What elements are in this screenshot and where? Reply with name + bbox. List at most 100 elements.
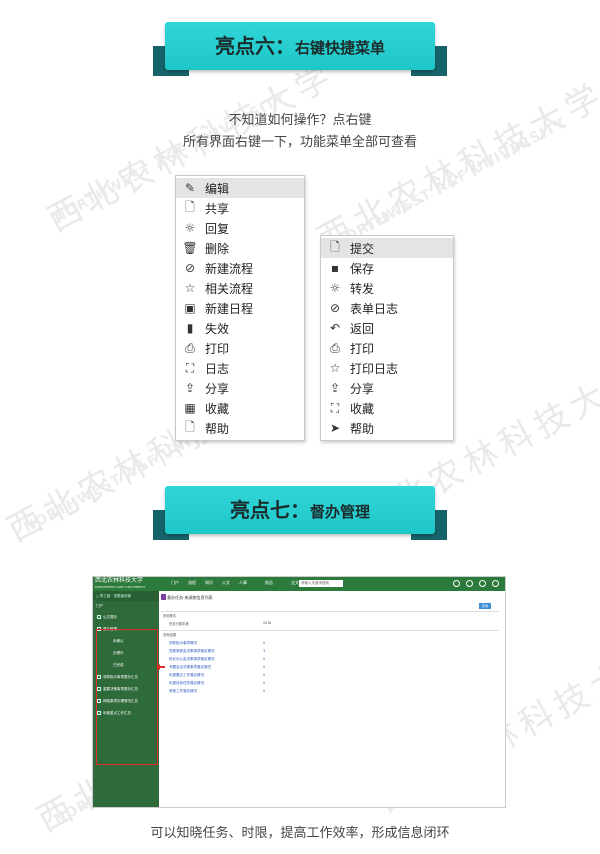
app-nav: 门户 流程 知识 公文 人事 报告 全文 (171, 580, 299, 586)
university-logo: 西北农林科技大学 NORTHWEST A&F UNIVERSITY (95, 577, 146, 590)
context-menu-left-item[interactable]: ▣ 新建日程 (176, 298, 304, 318)
section7-title: 亮点七： (229, 498, 310, 522)
context-menu-left-item[interactable]: 🗑 删除 (176, 238, 304, 258)
context-menu-right-item[interactable]: 🗋 提交 (321, 238, 453, 258)
context-menu-left-item[interactable]: ⊘ 新建流程 (176, 258, 304, 278)
printer-icon: ⎙ (330, 340, 340, 355)
year-field-input[interactable]: 2018 (263, 621, 271, 625)
section7-banner: 亮点七：督办管理 (153, 486, 447, 540)
save-icon: ▪ (330, 261, 340, 275)
help-icon: 🗋 (185, 419, 195, 434)
calendar-icon: ▦ (184, 401, 196, 415)
context-menu-right-item-label: 打印 (350, 341, 375, 356)
context-menu-left-item-label: 日志 (205, 361, 230, 376)
context-menu-right: 🗋 提交 ▪ 保存 ☼ 转发 ⊘ 表单日志 ↶ 返回 ⎙ 打印 ☆ 打印日志 ⇪ 分享 ⛶ 收藏 ➤ 帮助 (320, 235, 454, 441)
user-icon[interactable] (453, 580, 460, 587)
query-button[interactable]: 查询 (479, 603, 491, 609)
caption-line1: 不知道如何操作？点右键 (228, 113, 372, 128)
section6-banner: 亮点六：右键快捷菜单 (153, 22, 447, 76)
context-menu-right-item[interactable]: ⊘ 表单日志 (321, 298, 453, 318)
section6-subtitle: 右键快捷菜单 (294, 39, 385, 57)
nav-item[interactable]: 公文 (222, 580, 230, 586)
context-menu-right-item-label: 帮助 (350, 421, 375, 436)
context-menu-left-item[interactable]: ⛶ 日志 (176, 358, 304, 378)
result-row-label[interactable]: 党委常委会决策事项落实情况 (169, 649, 215, 654)
result-row-label[interactable]: 校长办公会决策事项落实情况 (169, 657, 215, 662)
context-menu-left-item-label: 分享 (205, 381, 230, 396)
context-menu-left-item-label: 收藏 (205, 401, 230, 416)
context-menu-left-item-label: 删除 (205, 241, 230, 256)
context-menu-left-item[interactable]: 🗋 共享 (176, 198, 304, 218)
context-menu-right-item[interactable]: ☆ 打印日志 (321, 358, 453, 378)
result-row-label[interactable]: 年度要点工作落实情况 (169, 673, 204, 678)
result-row-label[interactable]: 专题会议决策事项落实情况 (169, 665, 211, 670)
context-menu-left-item[interactable]: ☆ 相关流程 (176, 278, 304, 298)
send-icon: ➤ (329, 421, 341, 435)
nav-item[interactable]: 报告 (265, 580, 273, 586)
section6-title: 亮点六： (214, 34, 295, 58)
sidebar-item[interactable]: 公文督办 (93, 611, 159, 623)
nav-item[interactable]: 人事 (239, 580, 247, 586)
context-menu-right-item[interactable]: ➤ 帮助 (321, 418, 453, 438)
context-menu-right-item[interactable]: ⎙ 打印 (321, 338, 453, 358)
printer-icon: ⎙ (185, 340, 195, 355)
edit-icon: ✎ (184, 181, 196, 195)
result-row-label[interactable]: 其他工作落实情况 (169, 689, 197, 694)
context-menu-right-item-label: 打印日志 (350, 361, 399, 376)
context-menu-left-item[interactable]: ☼ 回复 (176, 218, 304, 238)
context-menu-right-item[interactable]: ↶ 返回 (321, 318, 453, 338)
sidebar-portal[interactable]: 门户 (93, 601, 159, 611)
context-menu-left-item[interactable]: 🗋 帮助 (176, 418, 304, 438)
result-row-value[interactable]: 0 (263, 681, 265, 685)
context-menu-left-item[interactable]: ⇪ 分享 (176, 378, 304, 398)
nav-item[interactable]: 流程 (188, 580, 196, 586)
context-menu-left-item-label: 共享 (205, 201, 230, 216)
sidebar-item-label: 公文督办 (103, 615, 117, 619)
log-icon: ⛶ (185, 360, 195, 375)
context-menu-left-item[interactable]: ▦ 收藏 (176, 398, 304, 418)
result-row-value[interactable]: 0 (263, 689, 265, 693)
settings-icon[interactable] (466, 580, 473, 587)
context-menu-right-item[interactable]: ☼ 转发 (321, 278, 453, 298)
context-menu-left-item-label: 回复 (205, 221, 230, 236)
sun-icon: ☼ (329, 281, 341, 295)
context-menu-left-item-label: 新建日程 (205, 301, 254, 316)
app-main: 督办任务-来源按信息列表 查询 查询条件 任务分属年度 2018 查询结果 领导… (159, 591, 505, 807)
nav-item[interactable]: 全文 (291, 580, 299, 586)
topbar-icons (453, 580, 499, 587)
clock-icon[interactable] (479, 580, 486, 587)
context-menu-left-item-label: 相关流程 (205, 281, 254, 296)
context-menu-right-item[interactable]: ⛶ 收藏 (321, 398, 453, 418)
result-row-value[interactable]: 0 (263, 641, 265, 645)
context-menu-right-item[interactable]: ⇪ 分享 (321, 378, 453, 398)
caption-line2: 所有界面右键一下，功能菜单全部可查看 (182, 135, 417, 150)
context-menu-left: ✎ 编辑 🗋 共享 ☼ 回复 🗑 删除 ⊘ 新建流程 ☆ 相关流程 ▣ 新建日程 ▮ 失效 ⎙ 打印 ⛶ 日志 ⇪ 分享 ▦… (175, 175, 305, 441)
tag-icon: ⊘ (184, 261, 196, 275)
context-menu-right-item-label: 保存 (350, 261, 375, 276)
context-menu-left-item[interactable]: ▮ 失效 (176, 318, 304, 338)
window-icon: ▣ (184, 301, 196, 315)
tag-icon: ⊘ (329, 301, 341, 315)
context-menu-right-item[interactable]: ▪ 保存 (321, 258, 453, 278)
context-menu-left-item[interactable]: ⎙ 打印 (176, 338, 304, 358)
query-conditions-label: 查询条件 (163, 614, 177, 618)
result-row-label[interactable]: 年度目标任务落实情况 (169, 681, 204, 686)
bar-chart-icon: ▮ (186, 321, 194, 335)
power-icon[interactable] (492, 580, 499, 587)
folder-icon (97, 615, 101, 619)
app-search-input[interactable]: 请输入关键词搜索 (299, 580, 343, 587)
nav-item[interactable]: 知识 (205, 580, 213, 586)
share-icon: ⇪ (184, 381, 196, 395)
result-row-value[interactable]: 0 (263, 665, 265, 669)
section7-subtitle: 督办管理 (309, 503, 370, 521)
result-row-label[interactable]: 领导批示事项情况 (169, 641, 197, 646)
context-menu-left-item[interactable]: ✎ 编辑 (176, 178, 304, 198)
nav-item[interactable]: 门户 (171, 580, 179, 586)
result-row-value[interactable]: 3 (263, 649, 265, 653)
result-row-value[interactable]: 0 (263, 657, 265, 661)
result-row-value[interactable]: 0 (263, 673, 265, 677)
share-icon: ⇪ (329, 381, 341, 395)
supervision-app-screenshot: 西北农林科技大学 NORTHWEST A&F UNIVERSITY 门户 流程 知识公… (92, 576, 506, 808)
context-menu-left-item-label: 打印 (205, 341, 230, 356)
star-icon: ☆ (329, 361, 341, 375)
